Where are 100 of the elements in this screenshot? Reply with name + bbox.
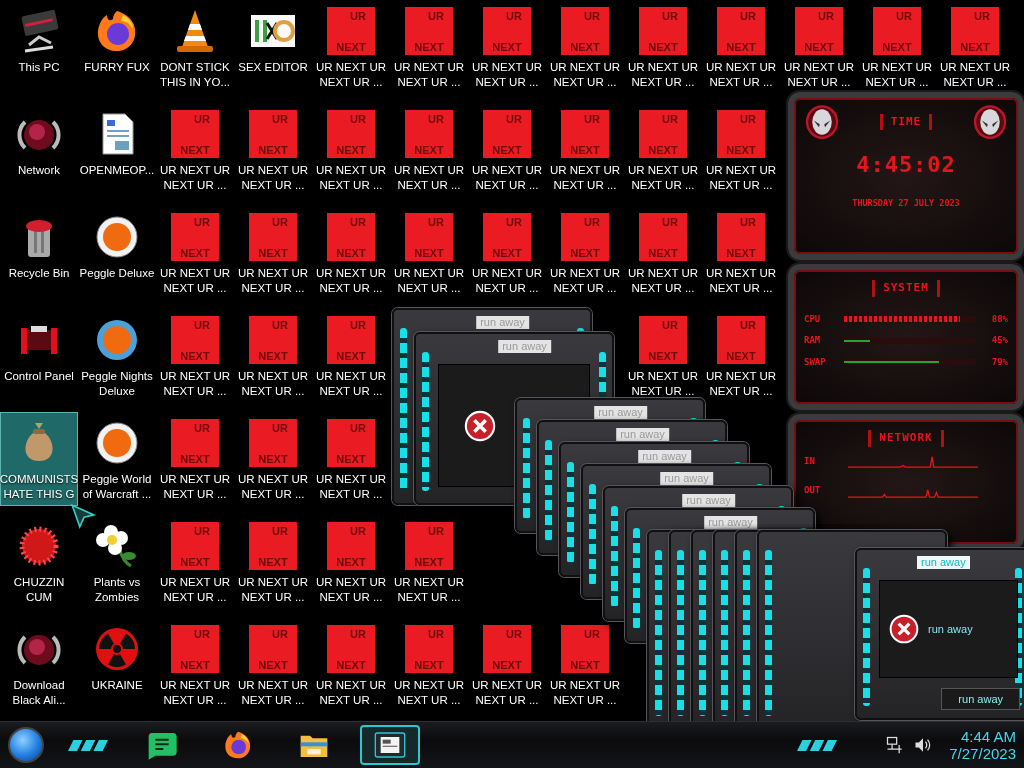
desktop-shortcut[interactable]: UR NEXT UR NEXT UR NEXT UR ... <box>936 0 1014 94</box>
icon-label: UR NEXT UR NEXT UR ... <box>315 266 387 296</box>
dialog-button[interactable]: run away <box>941 687 1020 710</box>
icon-label: UR NEXT UR NEXT UR ... <box>471 163 543 193</box>
desktop-shortcut[interactable]: Peggle Nights Deluxe <box>78 309 156 403</box>
desktop-shortcut[interactable]: UR NEXT UR NEXT UR NEXT UR ... <box>390 206 468 300</box>
tile-text: UR <box>350 319 366 331</box>
tile-text: UR <box>272 216 288 228</box>
desktop-shortcut[interactable]: UR NEXT UR NEXT UR NEXT UR ... <box>702 0 780 94</box>
desktop-shortcut[interactable]: UR NEXT UR NEXT UR NEXT UR ... <box>468 0 546 94</box>
desktop-shortcut[interactable]: UR NEXT UR NEXT UR NEXT UR ... <box>156 412 234 506</box>
icon-label: CHUZZIN CUM <box>13 575 65 605</box>
desktop-shortcut[interactable]: UR NEXT UR NEXT UR NEXT UR ... <box>156 618 234 712</box>
desktop-shortcut[interactable]: UR NEXT UR NEXT UR NEXT UR ... <box>156 206 234 300</box>
desktop-shortcut[interactable]: UR NEXT UR NEXT UR NEXT UR ... <box>234 206 312 300</box>
icon-label: UR NEXT UR NEXT UR ... <box>393 163 465 193</box>
tile-text: UR <box>740 319 756 331</box>
desktop-shortcut[interactable]: UR NEXT UR NEXT UR NEXT UR ... <box>546 0 624 94</box>
desktop-shortcut[interactable]: Recycle Bin <box>0 206 78 285</box>
desktop-shortcut[interactable]: COMMUNISTS HATE THIS G <box>0 412 78 506</box>
desktop-shortcut[interactable]: CHUZZIN CUM <box>0 515 78 609</box>
tile-text: NEXT <box>258 453 288 465</box>
desktop-shortcut[interactable]: UR NEXT UR NEXT UR NEXT UR ... <box>312 103 390 197</box>
desktop-shortcut[interactable]: UR NEXT UR NEXT UR NEXT UR ... <box>702 206 780 300</box>
icon-label: UR NEXT UR NEXT UR ... <box>471 60 543 90</box>
icon-label: UR NEXT UR NEXT UR ... <box>393 575 465 605</box>
desktop-shortcut[interactable]: UR NEXT UR NEXT UR NEXT UR ... <box>624 309 702 403</box>
icon-label: UR NEXT UR NEXT UR ... <box>315 369 387 399</box>
desktop-shortcut[interactable]: UR NEXT UR NEXT UR NEXT UR ... <box>624 206 702 300</box>
taskbar-button[interactable] <box>360 725 420 765</box>
mouse-cursor-icon <box>70 503 96 529</box>
desktop-shortcut[interactable]: UR NEXT UR NEXT UR NEXT UR ... <box>546 206 624 300</box>
icon-label: UR NEXT UR NEXT UR ... <box>627 60 699 90</box>
tile-text: NEXT <box>648 41 678 53</box>
tile-text: UR <box>272 319 288 331</box>
desktop-shortcut[interactable]: UR NEXT UR NEXT UR NEXT UR ... <box>858 0 936 94</box>
desktop-shortcut[interactable]: UR NEXT UR NEXT UR NEXT UR ... <box>234 515 312 609</box>
tile-text: NEXT <box>180 247 210 259</box>
icon-label: UKRAINE <box>91 678 143 693</box>
desktop-shortcut[interactable]: UR NEXT UR NEXT UR NEXT UR ... <box>702 309 780 403</box>
tile-text: NEXT <box>336 556 366 568</box>
desktop-shortcut[interactable]: UR NEXT UR NEXT UR NEXT UR ... <box>702 103 780 197</box>
desktop-shortcut[interactable]: UR NEXT UR NEXT UR NEXT UR ... <box>156 309 234 403</box>
desktop-shortcut[interactable]: Network <box>0 103 78 182</box>
window-title: run away <box>660 472 713 485</box>
tile-text: UR <box>974 10 990 22</box>
desktop-shortcut[interactable]: UR NEXT UR NEXT UR NEXT UR ... <box>312 206 390 300</box>
tile-text: UR <box>194 216 210 228</box>
desktop-shortcut[interactable]: UR NEXT UR NEXT UR NEXT UR ... <box>390 515 468 609</box>
start-button[interactable] <box>8 727 44 763</box>
desktop-shortcut[interactable]: UR NEXT UR NEXT UR NEXT UR ... <box>312 309 390 403</box>
window-icon <box>374 729 406 761</box>
desktop-shortcut[interactable]: UR NEXT UR NEXT UR NEXT UR ... <box>156 515 234 609</box>
alien-head-icon <box>804 104 840 140</box>
desktop-shortcut[interactable]: UR NEXT UR NEXT UR NEXT UR ... <box>390 618 468 712</box>
desktop-shortcut[interactable]: UR NEXT UR NEXT UR NEXT UR ... <box>234 309 312 403</box>
desktop-shortcut[interactable]: Peggle World of Warcraft ... <box>78 412 156 506</box>
dialog-message: run away <box>928 621 973 637</box>
desktop-shortcut[interactable]: UR NEXT UR NEXT UR NEXT UR ... <box>234 618 312 712</box>
tile-text: UR <box>194 525 210 537</box>
desktop-shortcut[interactable]: UR NEXT UR NEXT UR NEXT UR ... <box>156 103 234 197</box>
desktop-shortcut[interactable]: DONT STICK THIS IN YO... <box>156 0 234 94</box>
desktop-shortcut[interactable]: UR NEXT UR NEXT UR NEXT UR ... <box>390 0 468 94</box>
tile-text: UR <box>272 628 288 640</box>
desktop-shortcut[interactable]: UR NEXT UR NEXT UR NEXT UR ... <box>546 103 624 197</box>
desktop-shortcut[interactable]: UR NEXT UR NEXT UR NEXT UR ... <box>390 103 468 197</box>
desktop-shortcut[interactable]: Plants vs Zombies <box>78 515 156 609</box>
desktop-shortcut[interactable]: UR NEXT UR NEXT UR NEXT UR ... <box>234 412 312 506</box>
window-title: run away <box>638 450 691 463</box>
tile-text: NEXT <box>414 556 444 568</box>
tile-text: NEXT <box>804 41 834 53</box>
desktop-shortcut[interactable]: UR NEXT UR NEXT UR NEXT UR ... <box>468 206 546 300</box>
desktop-shortcut[interactable]: UR NEXT UR NEXT UR NEXT UR ... <box>312 412 390 506</box>
desktop-shortcut[interactable]: This PC <box>0 0 78 79</box>
tile-text: UR <box>350 113 366 125</box>
meter-reading: 88% <box>990 312 1008 326</box>
desktop-shortcut[interactable]: Download Black Ali... <box>0 618 78 712</box>
icon-label: UR NEXT UR NEXT UR ... <box>315 472 387 502</box>
desktop-shortcut[interactable]: OPENMEOP... <box>78 103 156 182</box>
tile-text: UR <box>350 422 366 434</box>
desktop-shortcut[interactable]: UR NEXT UR NEXT UR NEXT UR ... <box>546 618 624 712</box>
window-title: run away <box>682 494 735 507</box>
tile-text: UR <box>584 113 600 125</box>
desktop-shortcut[interactable]: UR NEXT UR NEXT UR NEXT UR ... <box>312 515 390 609</box>
icon-label: UR NEXT UR NEXT UR ... <box>159 678 231 708</box>
desktop-shortcut[interactable]: Control Panel <box>0 309 78 388</box>
desktop-shortcut[interactable]: UKRAINE <box>78 618 156 697</box>
desktop-shortcut[interactable]: UR NEXT UR NEXT UR NEXT UR ... <box>312 618 390 712</box>
desktop-shortcut[interactable]: UR NEXT UR NEXT UR NEXT UR ... <box>312 0 390 94</box>
tile-text: NEXT <box>336 453 366 465</box>
desktop-shortcut[interactable]: Peggle Deluxe <box>78 206 156 285</box>
desktop-shortcut[interactable]: UR NEXT UR NEXT UR NEXT UR ... <box>780 0 858 94</box>
desktop-shortcut[interactable]: UR NEXT UR NEXT UR NEXT UR ... <box>468 618 546 712</box>
desktop-shortcut[interactable]: UR NEXT UR NEXT UR NEXT UR ... <box>624 0 702 94</box>
icon-label: UR NEXT UR NEXT UR ... <box>315 678 387 708</box>
desktop-shortcut[interactable]: UR NEXT UR NEXT UR NEXT UR ... <box>468 103 546 197</box>
desktop-shortcut[interactable]: SEX EDITOR <box>234 0 312 79</box>
desktop-shortcut[interactable]: FURRY FUX <box>78 0 156 79</box>
desktop-shortcut[interactable]: UR NEXT UR NEXT UR NEXT UR ... <box>624 103 702 197</box>
desktop-shortcut[interactable]: UR NEXT UR NEXT UR NEXT UR ... <box>234 103 312 197</box>
